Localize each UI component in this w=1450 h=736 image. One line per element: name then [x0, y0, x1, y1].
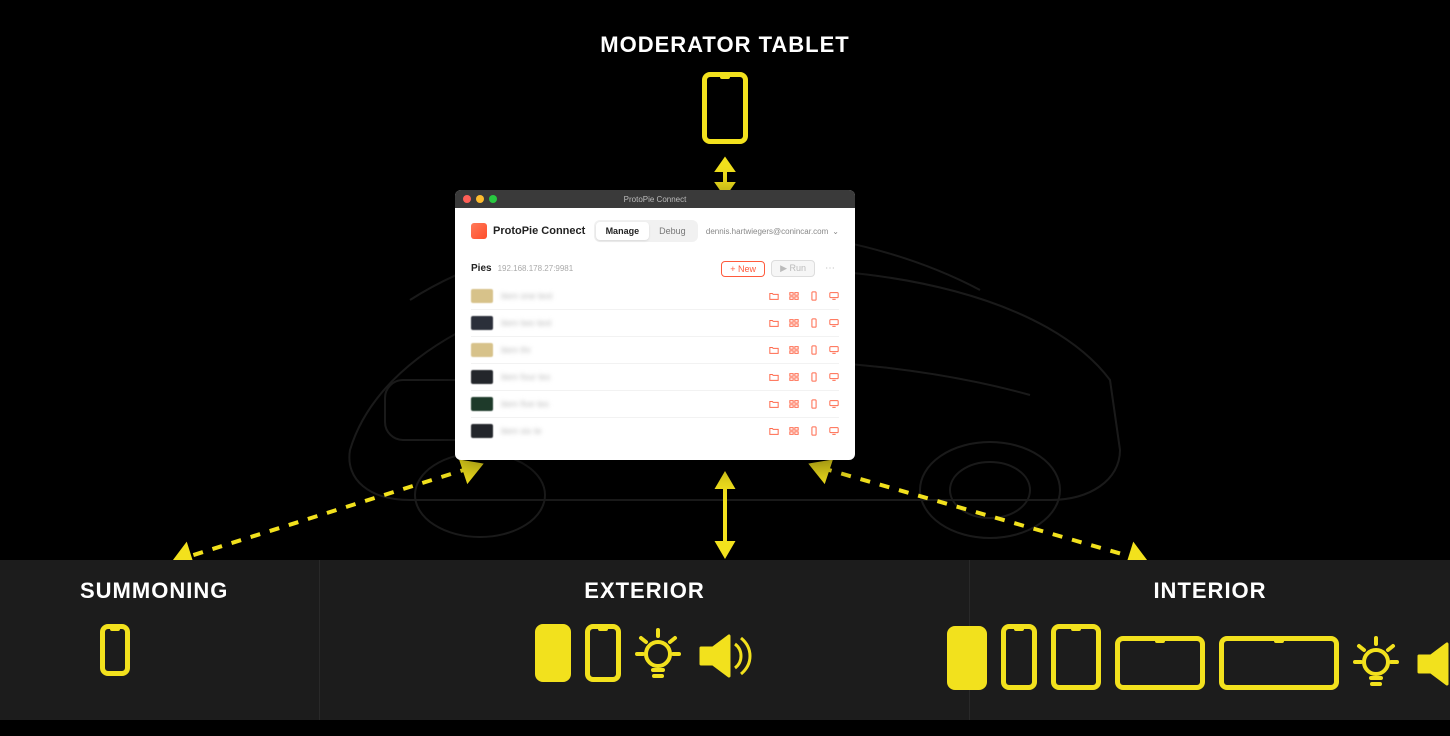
phone-icon[interactable] [809, 372, 819, 382]
phone-icon[interactable] [809, 399, 819, 409]
list-item[interactable]: item thr [471, 337, 839, 364]
arrow-left [170, 460, 480, 575]
list-item[interactable]: item five tex [471, 391, 839, 418]
phone-icon[interactable] [809, 291, 819, 301]
display-landscape-icon [1115, 636, 1205, 690]
phone-solid-icon [947, 626, 987, 690]
row-name: item one text [501, 291, 553, 301]
pies-ip: 192.168.178.27:9981 [498, 264, 574, 273]
list-item[interactable]: item two text [471, 310, 839, 337]
row-name: item five tex [501, 399, 549, 409]
desktop-icon[interactable] [829, 426, 839, 436]
thumbnail-icon [471, 397, 493, 411]
row-name: item six te [501, 426, 542, 436]
thumbnail-icon [471, 343, 493, 357]
desktop-icon[interactable] [829, 372, 839, 382]
interior-title: INTERIOR [1153, 578, 1266, 604]
row-name: item two text [501, 318, 552, 328]
new-button[interactable]: + New [721, 261, 765, 277]
open-folder-icon[interactable] [769, 426, 779, 436]
phone-solid-icon [535, 624, 571, 682]
grid-icon[interactable] [789, 399, 799, 409]
bottom-band: SUMMONING EXTERIOR INTERIOR [0, 560, 1450, 720]
display-wide-icon [1219, 636, 1339, 690]
row-name: item four tex [501, 372, 551, 382]
tablet-portrait-icon [1051, 624, 1101, 690]
list-item[interactable]: item four tex [471, 364, 839, 391]
desktop-icon[interactable] [829, 399, 839, 409]
row-actions [769, 318, 839, 328]
thumbnail-icon [471, 370, 493, 384]
user-email: dennis.hartwiegers@conincar.com [706, 227, 828, 236]
lightbulb-icon [635, 626, 681, 682]
row-name: item thr [501, 345, 531, 355]
minimize-dot-icon[interactable] [476, 195, 484, 203]
thumbnail-icon [471, 289, 493, 303]
open-folder-icon[interactable] [769, 318, 779, 328]
row-actions [769, 372, 839, 382]
open-folder-icon[interactable] [769, 345, 779, 355]
arrow-bottom [714, 475, 736, 560]
protopie-connect-window: ProtoPie Connect ProtoPie Connect Manage… [455, 190, 855, 460]
grid-icon[interactable] [789, 318, 799, 328]
list-item[interactable]: item six te [471, 418, 839, 444]
desktop-icon[interactable] [829, 345, 839, 355]
brand-logo-icon [471, 223, 487, 239]
window-titlebar: ProtoPie Connect [455, 190, 855, 208]
grid-icon[interactable] [789, 291, 799, 301]
desktop-icon[interactable] [829, 291, 839, 301]
phone-icon[interactable] [809, 318, 819, 328]
grid-icon[interactable] [789, 426, 799, 436]
exterior-title: EXTERIOR [584, 578, 704, 604]
grid-icon[interactable] [789, 372, 799, 382]
summoning-title: SUMMONING [80, 578, 228, 604]
thumbnail-icon [471, 316, 493, 330]
speaker-icon [1413, 638, 1450, 690]
thumbnail-icon [471, 424, 493, 438]
row-actions [769, 345, 839, 355]
user-menu[interactable]: dennis.hartwiegers@conincar.com ⌄ [706, 227, 839, 236]
pies-list: item one text item two text item thr [455, 283, 855, 460]
open-folder-icon[interactable] [769, 372, 779, 382]
open-folder-icon[interactable] [769, 399, 779, 409]
phone-icon[interactable] [809, 426, 819, 436]
tab-manage[interactable]: Manage [596, 222, 650, 240]
list-item[interactable]: item one text [471, 283, 839, 310]
row-actions [769, 399, 839, 409]
cell-summoning: SUMMONING [0, 560, 320, 720]
brand: ProtoPie Connect [471, 223, 585, 239]
tab-debug[interactable]: Debug [649, 222, 696, 240]
mode-tabs: Manage Debug [594, 220, 698, 242]
phone-icon[interactable] [809, 345, 819, 355]
phone-icon [585, 624, 621, 682]
brand-name: ProtoPie Connect [493, 225, 585, 237]
cell-exterior: EXTERIOR [320, 560, 970, 720]
phone-icon [100, 624, 130, 676]
cell-interior: INTERIOR [970, 560, 1450, 720]
grid-icon[interactable] [789, 345, 799, 355]
speaker-icon [695, 630, 755, 682]
moderator-tablet-icon [702, 72, 748, 144]
arrow-right [810, 460, 1150, 575]
tablet-portrait-icon [1001, 624, 1037, 690]
more-menu-icon[interactable]: ⋯ [821, 263, 839, 274]
desktop-icon[interactable] [829, 318, 839, 328]
zoom-dot-icon[interactable] [489, 195, 497, 203]
moderator-tablet-label: MODERATOR TABLET [600, 32, 849, 58]
pies-title: Pies [471, 263, 492, 274]
lightbulb-icon [1353, 634, 1399, 690]
row-actions [769, 426, 839, 436]
chevron-down-icon: ⌄ [832, 227, 839, 236]
row-actions [769, 291, 839, 301]
close-dot-icon[interactable] [463, 195, 471, 203]
open-folder-icon[interactable] [769, 291, 779, 301]
run-button[interactable]: ▶ Run [771, 260, 815, 277]
window-title: ProtoPie Connect [624, 195, 687, 204]
